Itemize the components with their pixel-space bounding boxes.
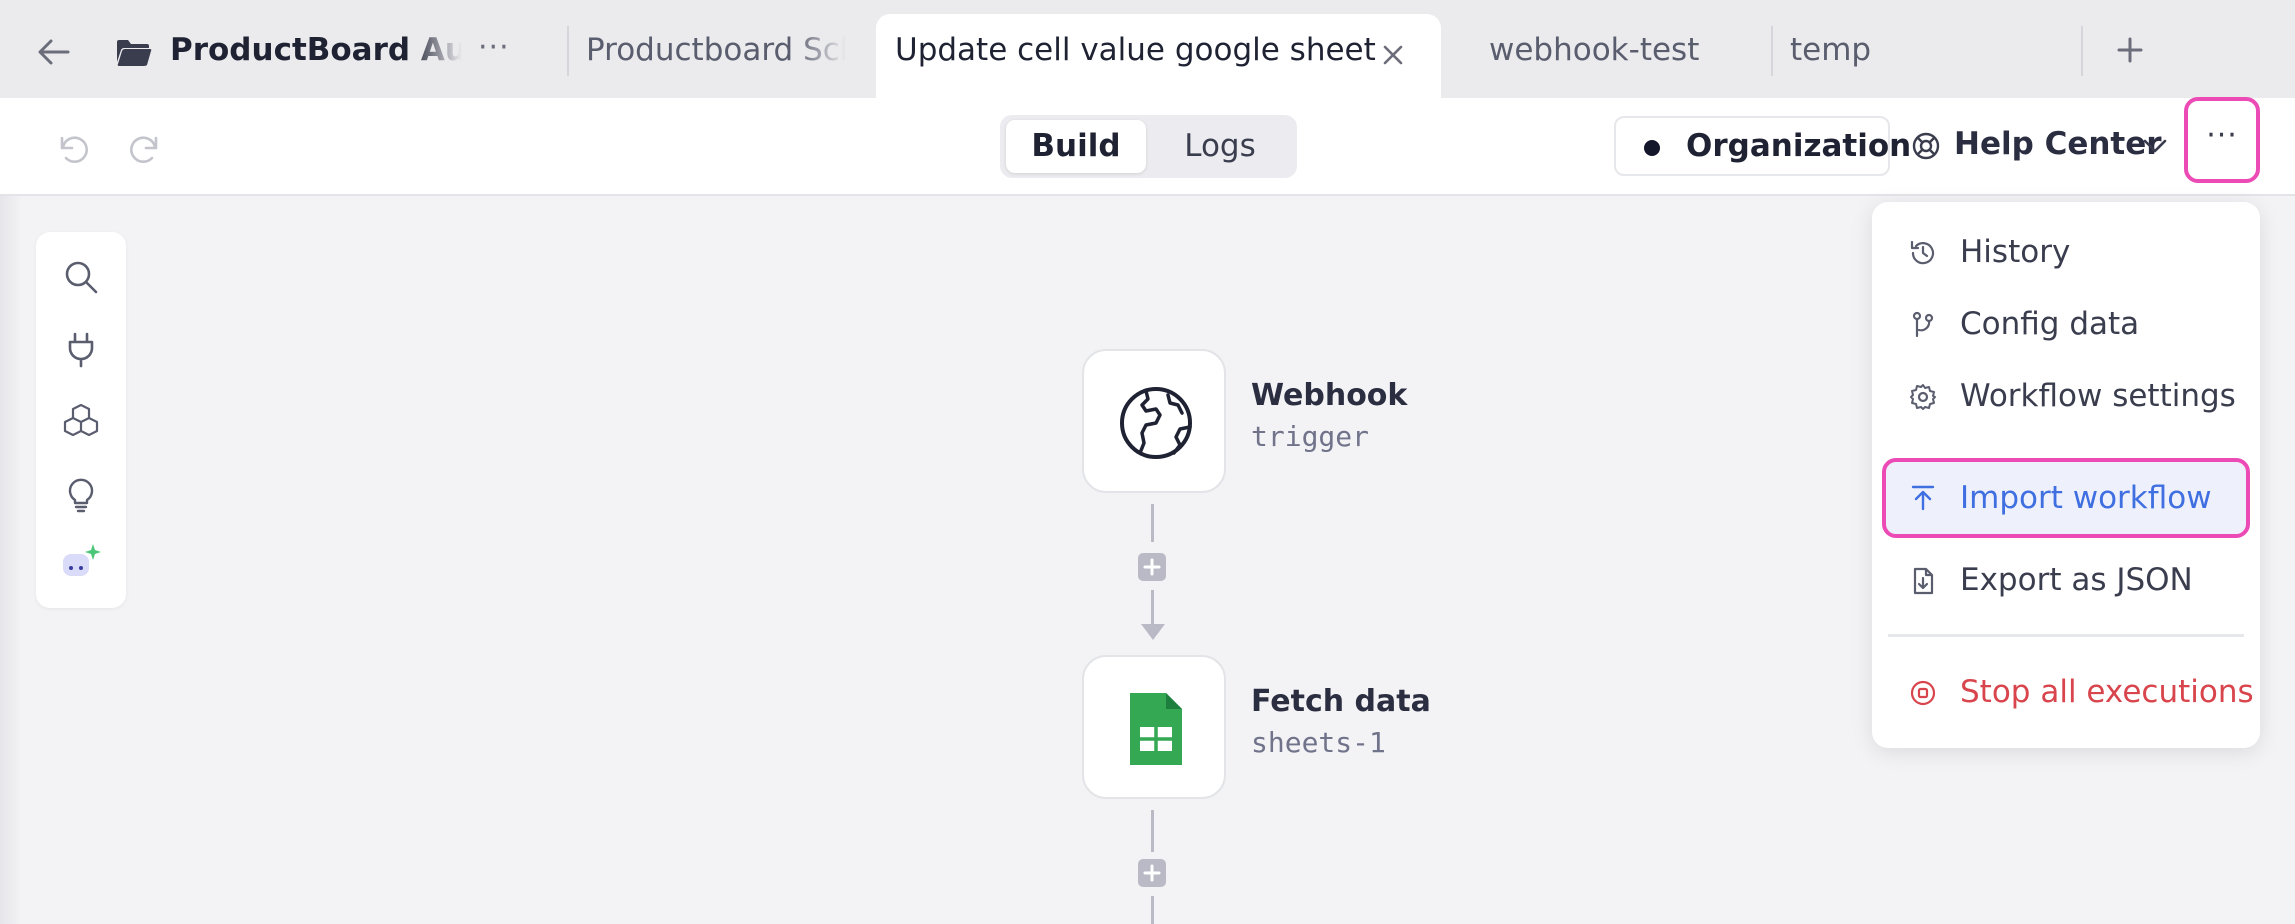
arrow-down-icon [1141, 624, 1165, 640]
add-step-icon[interactable] [1138, 553, 1166, 581]
undo-icon [60, 136, 88, 163]
search-button[interactable] [60, 256, 102, 298]
menu-item-export-json[interactable]: Export as JSON [1872, 548, 2260, 612]
plug-icon [68, 332, 94, 368]
canvas-edge-shade [0, 196, 22, 924]
project-more-button[interactable]: ··· [478, 30, 510, 65]
search-icon [65, 261, 98, 294]
project-title[interactable]: ProductBoard Automations [170, 32, 462, 68]
menu-item-history[interactable]: History [1872, 220, 2260, 284]
history-icon [1910, 240, 1935, 265]
google-sheets-icon [1130, 693, 1182, 765]
integrations-button[interactable] [60, 328, 102, 370]
menu-item-label: Workflow settings [1960, 378, 2236, 414]
file-download-icon [1913, 567, 1934, 595]
menu-item-config-data[interactable]: Config data [1872, 292, 2260, 356]
canvas-side-toolbar [36, 232, 126, 608]
new-tab-button[interactable] [2110, 30, 2150, 70]
tab-label: Update cell value google sheet [895, 32, 1376, 68]
lifebuoy-icon [1912, 132, 1940, 160]
menu-item-label: Config data [1960, 306, 2140, 342]
connector-line [1151, 896, 1154, 924]
close-icon[interactable] [1378, 40, 1408, 70]
webhook-node[interactable] [1082, 349, 1226, 493]
help-center-label: Help Center [1954, 126, 2162, 162]
menu-item-stop-all-executions[interactable]: Stop all executions [1872, 660, 2260, 724]
tab-bar: ProductBoard Automations ··· Productboar… [0, 0, 2295, 100]
node-title: Fetch data [1251, 684, 1431, 719]
help-center-button[interactable]: Help Center [1906, 116, 2176, 176]
menu-item-label: Stop all executions [1960, 674, 2254, 710]
tab-label: Productboard Schedule [586, 32, 846, 68]
tab-label: webhook-test [1489, 32, 1700, 68]
ai-bot-icon [63, 544, 101, 576]
ideas-button[interactable] [60, 472, 102, 514]
organization-label: Organization [1686, 128, 1912, 164]
arrow-left-icon [38, 39, 70, 65]
lightbulb-icon [68, 478, 94, 513]
more-options-label: ··· [2206, 118, 2238, 153]
menu-item-label: Import workflow [1960, 480, 2212, 516]
chevron-down-icon [2143, 139, 2167, 153]
connector-line [1151, 590, 1154, 626]
tab-productboard-schedule[interactable]: Productboard Schedule [586, 14, 846, 98]
globe-icon [1120, 387, 1192, 459]
organization-button[interactable]: Organization [1614, 116, 1911, 176]
menu-item-workflow-settings[interactable]: Workflow settings [1872, 364, 2260, 428]
logs-tab-button[interactable]: Logs [1150, 120, 1290, 173]
more-options-menu: History Config data Workflow settings Im… [1872, 202, 2260, 748]
branch-icon [1912, 311, 1934, 338]
more-options-button[interactable]: ··· [2184, 97, 2260, 183]
add-step-icon[interactable] [1138, 859, 1166, 887]
back-button[interactable] [32, 30, 76, 74]
undo-button[interactable] [52, 126, 92, 166]
menu-divider [1888, 634, 2244, 637]
upload-icon [1911, 485, 1935, 511]
redo-icon [130, 136, 158, 163]
tab-separator [2081, 26, 2083, 76]
plus-icon [2117, 37, 2143, 63]
node-title: Webhook [1251, 378, 1408, 413]
tab-label: temp [1790, 32, 1872, 68]
node-subtitle: trigger [1251, 420, 1370, 453]
node-subtitle: sheets-1 [1251, 726, 1386, 759]
build-tab-button[interactable]: Build [1006, 120, 1146, 173]
stop-circle-icon [1910, 680, 1936, 706]
folder-icon [116, 38, 152, 68]
tab-separator [1771, 26, 1773, 76]
gear-icon [1910, 384, 1936, 410]
boxes-icon [63, 403, 99, 437]
fetch-data-node[interactable] [1082, 655, 1226, 799]
menu-item-label: Export as JSON [1960, 562, 2193, 598]
connector-line [1151, 504, 1154, 542]
menu-item-import-workflow[interactable]: Import workflow [1882, 458, 2250, 538]
tab-update-cell-value[interactable]: Update cell value google sheet [876, 14, 1441, 100]
mode-toggle: Build Logs [1000, 115, 1297, 178]
toolbar: Build Logs Organization Help Center [0, 98, 2295, 196]
redo-button[interactable] [126, 126, 166, 166]
menu-item-label: History [1960, 234, 2071, 270]
status-dot-icon [1644, 140, 1660, 156]
ai-assistant-button[interactable] [60, 542, 102, 584]
connector-line [1151, 810, 1154, 852]
components-button[interactable] [60, 400, 102, 442]
tab-separator [567, 26, 569, 76]
